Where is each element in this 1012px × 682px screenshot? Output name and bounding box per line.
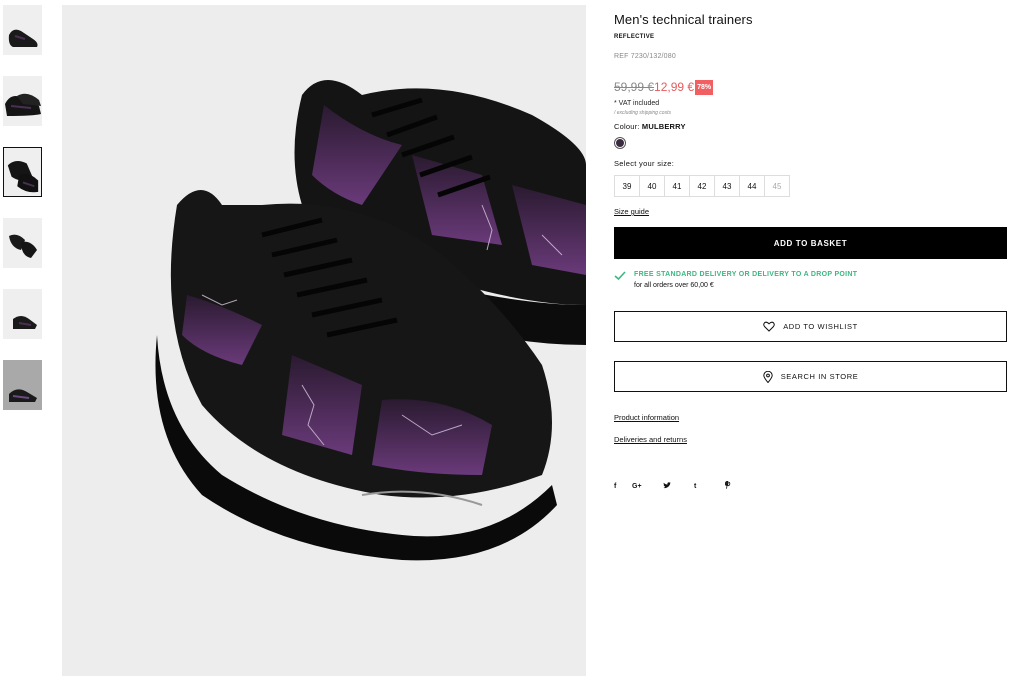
size-option-unavailable[interactable]: 45: [764, 175, 790, 197]
check-icon: [614, 271, 626, 281]
product-ref: REF 7230/132/080: [614, 53, 676, 60]
store-label: SEARCH IN STORE: [780, 372, 859, 381]
thumbnail-3[interactable]: [3, 147, 42, 197]
deliveries-returns-link[interactable]: Deliveries and returns: [614, 435, 687, 444]
product-main-image[interactable]: [62, 5, 586, 676]
twitter-icon[interactable]: [663, 481, 694, 491]
product-info-panel: Men's technical trainers REFLECTIVE REF …: [614, 12, 1007, 491]
add-to-basket-button[interactable]: ADD TO BASKET: [614, 227, 1007, 259]
google-plus-icon[interactable]: G+: [632, 483, 663, 490]
vat-note: * VAT included: [614, 100, 660, 107]
size-option[interactable]: 39: [614, 175, 640, 197]
size-label: Select your size:: [614, 159, 675, 168]
thumbnail-list: [3, 5, 43, 431]
delivery-title: FREE STANDARD DELIVERY OR DELIVERY TO A …: [634, 271, 858, 278]
sale-price: 12,99 €: [654, 80, 695, 94]
heart-icon: [763, 321, 775, 332]
product-title: Men's technical trainers: [614, 12, 753, 27]
price-row: 59,99 € 12,99 € 78%: [614, 79, 1007, 95]
size-option[interactable]: 41: [664, 175, 690, 197]
product-tag: REFLECTIVE: [614, 34, 655, 40]
size-selector: 39 40 41 42 43 44 45: [614, 175, 1007, 197]
size-option[interactable]: 44: [739, 175, 765, 197]
discount-badge: 78%: [695, 79, 714, 95]
thumbnail-2[interactable]: [3, 76, 42, 126]
facebook-icon[interactable]: f: [614, 483, 632, 490]
location-pin-icon: [762, 370, 773, 383]
old-price: 59,99 €: [614, 80, 655, 94]
product-information-link[interactable]: Product information: [614, 413, 679, 422]
sneaker-illustration: [155, 80, 586, 561]
colour-value: MULBERRY: [641, 122, 686, 131]
delivery-subtitle: for all orders over 60,00 €: [634, 281, 714, 289]
search-in-store-button[interactable]: SEARCH IN STORE: [614, 361, 1007, 392]
thumbnail-5[interactable]: [3, 289, 42, 339]
thumbnail-4[interactable]: [3, 218, 42, 268]
colour-label: Colour:: [614, 122, 640, 131]
colour-swatch-dot: [616, 139, 624, 147]
colour-row: Colour: MULBERRY: [614, 122, 1007, 131]
thumbnail-1[interactable]: [3, 5, 42, 55]
add-to-wishlist-button[interactable]: ADD TO WISHLIST: [614, 311, 1007, 342]
shipping-note: / excluding shipping costs: [614, 110, 671, 116]
delivery-info: FREE STANDARD DELIVERY OR DELIVERY TO A …: [614, 270, 1007, 291]
size-option[interactable]: 40: [639, 175, 665, 197]
wishlist-label: ADD TO WISHLIST: [783, 322, 858, 331]
thumbnail-6[interactable]: [3, 360, 42, 410]
size-option[interactable]: 43: [714, 175, 740, 197]
size-option[interactable]: 42: [689, 175, 715, 197]
colour-swatch-mulberry[interactable]: [614, 137, 626, 149]
social-share: f G+ t: [614, 480, 1007, 491]
pinterest-icon[interactable]: [724, 480, 731, 491]
tumblr-icon[interactable]: t: [694, 483, 725, 490]
size-guide-link[interactable]: Size guide: [614, 207, 649, 216]
